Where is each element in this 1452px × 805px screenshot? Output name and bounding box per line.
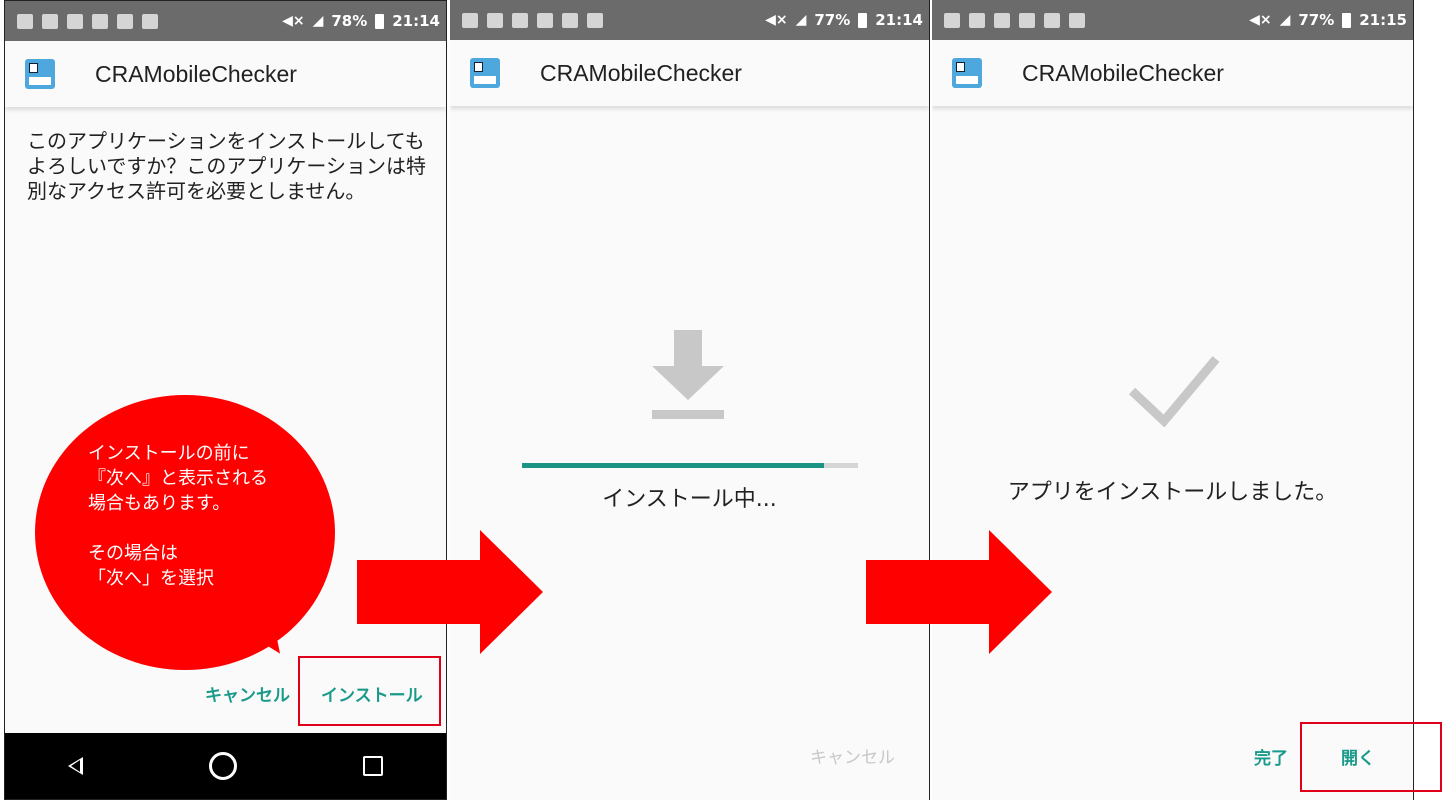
battery-percent: 77% [814, 11, 851, 29]
app-bar: CRAMobileChecker [932, 40, 1413, 106]
open-button-highlight [1300, 722, 1442, 792]
callout-line: 『次へ』と表示される [88, 468, 268, 489]
battery-icon [1342, 12, 1352, 28]
installing-text: インストール中... [602, 487, 777, 512]
download-icon [652, 330, 724, 419]
app-icon [25, 59, 55, 89]
app-title: CRAMobileChecker [95, 60, 297, 87]
notification-icons [17, 13, 158, 29]
clock: 21:14 [875, 11, 923, 29]
app-icon [952, 58, 982, 88]
installed-screen: ◀× ◢ 77% 21:15 CRAMobileChecker アプリをインスト… [932, 0, 1414, 800]
callout-line: その場合は [88, 543, 178, 564]
clock: 21:14 [392, 12, 440, 30]
callout-line [88, 516, 318, 541]
battery-icon [858, 12, 868, 28]
recents-icon[interactable] [363, 756, 383, 776]
volume-muted-icon: ◀× [1249, 12, 1272, 28]
callout-line: 「次へ」を選択 [88, 568, 214, 589]
done-button[interactable]: 完了 [1254, 744, 1288, 769]
right-arrow [866, 530, 1052, 654]
volume-muted-icon: ◀× [765, 12, 788, 28]
app-title: CRAMobileChecker [1022, 59, 1224, 86]
volume-muted-icon: ◀× [282, 13, 305, 29]
signal-icon: ◢ [1279, 12, 1291, 28]
battery-percent: 77% [1298, 11, 1335, 29]
notification-icons [462, 12, 603, 28]
install-message: このアプリケーションをインストールしてもよろしいですか？このアプリケーションは特… [27, 129, 426, 203]
home-icon[interactable] [209, 752, 237, 780]
installed-text: アプリをインストールしました。 [1007, 480, 1338, 505]
progress-fill [522, 463, 825, 468]
cancel-button[interactable]: キャンセル [205, 681, 290, 706]
right-arrow [357, 530, 543, 654]
signal-icon: ◢ [795, 12, 807, 28]
progress-bar [522, 463, 858, 468]
callout-text: インストールの前に 『次へ』と表示される 場合もあります。 その場合は「次へ」を選択 [88, 441, 318, 591]
callout-line: 場合もあります。 [88, 493, 231, 514]
app-bar: CRAMobileChecker [5, 41, 446, 107]
installing-screen: ◀× ◢ 77% 21:14 CRAMobileChecker インストール中.… [450, 0, 930, 800]
app-bar: CRAMobileChecker [450, 40, 929, 106]
app-icon [470, 58, 500, 88]
callout-line: インストールの前に [88, 443, 250, 464]
install-button-highlight [298, 656, 441, 726]
app-title: CRAMobileChecker [540, 59, 742, 86]
back-icon[interactable] [68, 757, 83, 775]
battery-icon [375, 13, 385, 29]
nav-bar [5, 733, 446, 799]
check-icon [1128, 356, 1220, 427]
status-bar: ◀× ◢ 78% 21:14 [5, 1, 446, 41]
cancel-button[interactable]: キャンセル [810, 743, 895, 768]
battery-percent: 78% [331, 12, 368, 30]
signal-icon: ◢ [312, 13, 324, 29]
status-bar: ◀× ◢ 77% 21:14 [450, 0, 929, 40]
notification-icons [944, 12, 1085, 28]
status-bar: ◀× ◢ 77% 21:15 [932, 0, 1413, 40]
clock: 21:15 [1359, 11, 1407, 29]
